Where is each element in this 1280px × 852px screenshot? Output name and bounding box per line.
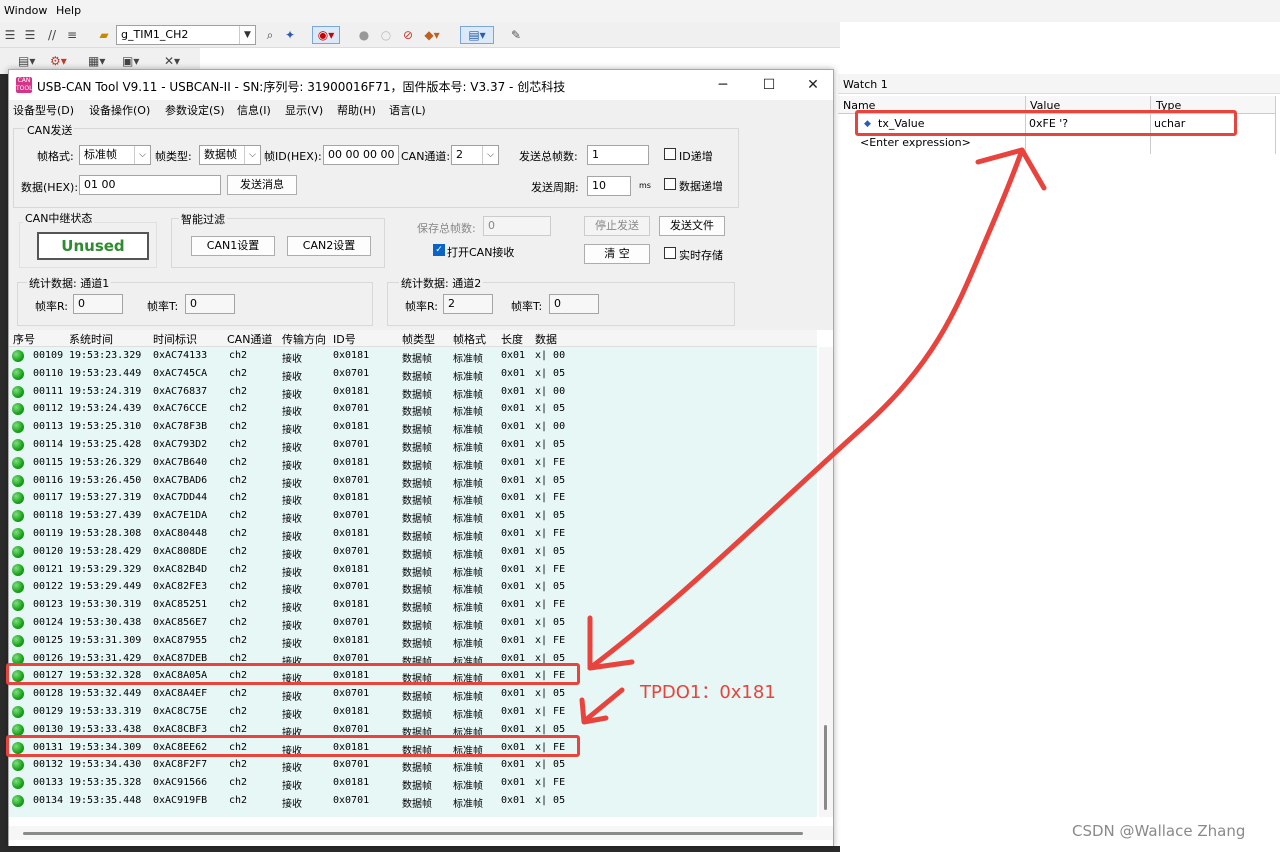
arrow-curve — [587, 147, 1025, 671]
annotation-arrows — [579, 147, 1047, 725]
watermark: CSDN @Wallace Zhang — [1072, 822, 1246, 840]
tpdo-annotation: TPDO1：0x181 — [640, 682, 776, 703]
arrow-short — [585, 687, 625, 721]
